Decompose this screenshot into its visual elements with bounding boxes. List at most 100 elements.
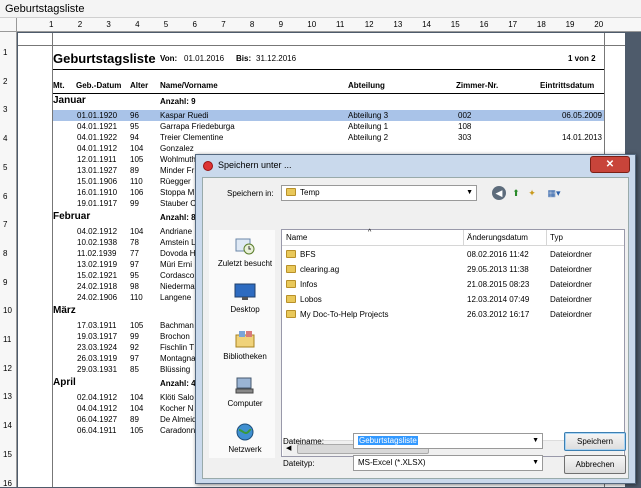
table-row[interactable]: 04.01.1922 94 Treier Clementine Abteilung 2… — [53, 132, 604, 143]
folder-icon — [286, 280, 296, 288]
age-cell: 105 — [130, 321, 144, 330]
ruler-number: 15 — [450, 20, 460, 29]
ruler-number: 6 — [3, 191, 8, 201]
ruler-number: 4 — [3, 134, 8, 144]
age-cell: 92 — [130, 343, 139, 352]
file-type: Dateiordner — [550, 310, 592, 319]
col-age: Alter — [130, 81, 149, 90]
department-cell: Abteilung 1 — [348, 122, 389, 131]
col-header-type[interactable]: Typ — [550, 233, 563, 242]
column-header-rule — [53, 93, 604, 94]
file-row[interactable]: My Doc-To-Help Projects 26.03.2012 16:17 D… — [282, 307, 624, 322]
place-libraries[interactable]: Bibliotheken — [209, 329, 281, 361]
table-row[interactable]: 04.01.1912 104 Gonzalez — [53, 143, 604, 154]
ruler-number: 4 — [135, 20, 140, 29]
report-title: Geburtstagsliste — [53, 51, 156, 66]
filename-input[interactable]: Geburtstagsliste ▼ — [353, 433, 543, 449]
col-room: Zimmer-Nr. — [456, 81, 499, 90]
view-menu-icon[interactable]: ▦▾ — [543, 186, 565, 200]
name-cell: Rüegger — [160, 177, 191, 186]
name-cell: Langene — [160, 293, 192, 302]
cancel-button[interactable]: Abbrechen — [564, 455, 626, 474]
name-cell: Treier Clementine — [160, 133, 224, 142]
file-row[interactable]: clearing.ag 29.05.2013 11:38 Dateiordner — [282, 262, 624, 277]
file-name: Lobos — [286, 295, 322, 304]
ruler-number: 7 — [221, 20, 226, 29]
file-name: BFS — [286, 250, 316, 259]
ruler-number: 9 — [278, 20, 284, 29]
col-department: Abteilung — [348, 81, 385, 90]
ruler-number: 10 — [3, 306, 12, 316]
name-cell: De Almeid — [160, 415, 197, 424]
file-row[interactable]: Lobos 12.03.2014 07:49 Dateiordner — [282, 292, 624, 307]
birthdate-cell: 19.03.1917 — [77, 332, 118, 341]
age-cell: 106 — [130, 188, 144, 197]
place-recent[interactable]: Zuletzt besucht — [209, 236, 281, 268]
col-header-date[interactable]: Änderungsdatum — [467, 233, 528, 242]
ruler-number: 17 — [508, 20, 518, 29]
table-row[interactable]: 01.01.1920 96 Kaspar Ruedi Abteilung 3 002 06… — [53, 110, 604, 121]
age-cell: 110 — [130, 293, 143, 302]
age-cell: 104 — [130, 393, 144, 402]
ruler-number: 5 — [163, 20, 169, 29]
birthdate-cell: 17.03.1911 — [77, 321, 117, 330]
place-network-label: Netzwerk — [228, 445, 262, 454]
file-date: 26.03.2012 16:17 — [467, 310, 530, 319]
name-cell: Andriane — [160, 227, 193, 236]
filename-value: Geburtstagsliste — [358, 436, 418, 445]
ruler-number: 7 — [3, 220, 8, 230]
birthdate-cell: 15.02.1921 — [77, 271, 118, 280]
ruler-number: 12 — [364, 20, 374, 29]
birthdate-cell: 04.04.1912 — [77, 404, 118, 413]
birthdate-cell: 13.02.1919 — [77, 260, 118, 269]
bis-value: 31.12.2016 — [256, 54, 297, 63]
up-folder-icon[interactable]: ⬆ — [509, 186, 523, 200]
vertical-ruler: 1 2 3 4 5 6 7 8 9 10 11 12 13 14 15 16 — [0, 32, 17, 488]
age-cell: 97 — [130, 260, 139, 269]
table-row[interactable]: 04.01.1921 95 Garrapa Friedeburga Abteilung… — [53, 121, 604, 132]
name-cell: Cordasco — [160, 271, 195, 280]
place-desktop[interactable]: Desktop — [209, 282, 281, 314]
ruler-number: 3 — [106, 20, 111, 29]
margin-guide-top — [18, 45, 625, 46]
ruler-number: 16 — [479, 20, 489, 29]
location-combo[interactable]: Temp ▼ — [281, 185, 477, 201]
file-date: 21.08.2015 08:23 — [467, 280, 530, 289]
folder-icon — [286, 310, 296, 318]
birthdate-cell: 29.03.1931 — [77, 365, 118, 374]
close-button[interactable]: ✕ — [590, 156, 630, 173]
chevron-down-icon: ▼ — [532, 459, 539, 466]
file-row[interactable]: Infos 21.08.2015 08:23 Dateiordner — [282, 277, 624, 292]
place-libraries-label: Bibliotheken — [223, 352, 267, 361]
filename-label: Dateiname: — [283, 437, 324, 446]
ruler-number: 11 — [336, 20, 345, 29]
save-button[interactable]: Speichern — [564, 432, 626, 451]
place-computer[interactable]: Computer — [209, 376, 281, 408]
place-computer-label: Computer — [227, 399, 263, 408]
von-label: Von: — [160, 54, 178, 63]
back-icon[interactable]: ◀ — [492, 186, 506, 200]
header-rule — [53, 69, 604, 70]
month-heading: Februar — [53, 211, 91, 222]
ruler-number: 16 — [3, 478, 12, 488]
birthdate-cell: 06.04.1911 — [77, 426, 117, 435]
file-name: Infos — [286, 280, 317, 289]
new-folder-icon[interactable]: ✦ — [525, 186, 539, 200]
col-header-name[interactable]: Name — [286, 233, 307, 242]
birthdate-cell: 04.01.1922 — [77, 133, 118, 142]
filetype-select[interactable]: MS-Excel (*.XLSX) ▼ — [353, 455, 543, 471]
file-row[interactable]: BFS 08.02.2016 11:42 Dateiordner — [282, 247, 624, 262]
col-name: Name/Vorname — [160, 81, 218, 90]
name-cell: Minder Fr — [160, 166, 195, 175]
libraries-icon — [235, 331, 255, 348]
chevron-down-icon: ▼ — [532, 437, 539, 444]
birthdate-cell: 01.01.1920 — [77, 111, 118, 120]
birthdate-cell: 04.01.1921 — [77, 122, 118, 131]
department-cell: Abteilung 3 — [348, 111, 389, 120]
ruler-number: 14 — [3, 421, 12, 431]
place-network[interactable]: Netzwerk — [209, 422, 281, 454]
entrydate-cell: 14.01.2013 — [561, 133, 602, 142]
age-cell: 96 — [130, 111, 139, 120]
birthdate-cell: 11.02.1939 — [77, 249, 117, 258]
age-cell: 98 — [130, 282, 139, 291]
